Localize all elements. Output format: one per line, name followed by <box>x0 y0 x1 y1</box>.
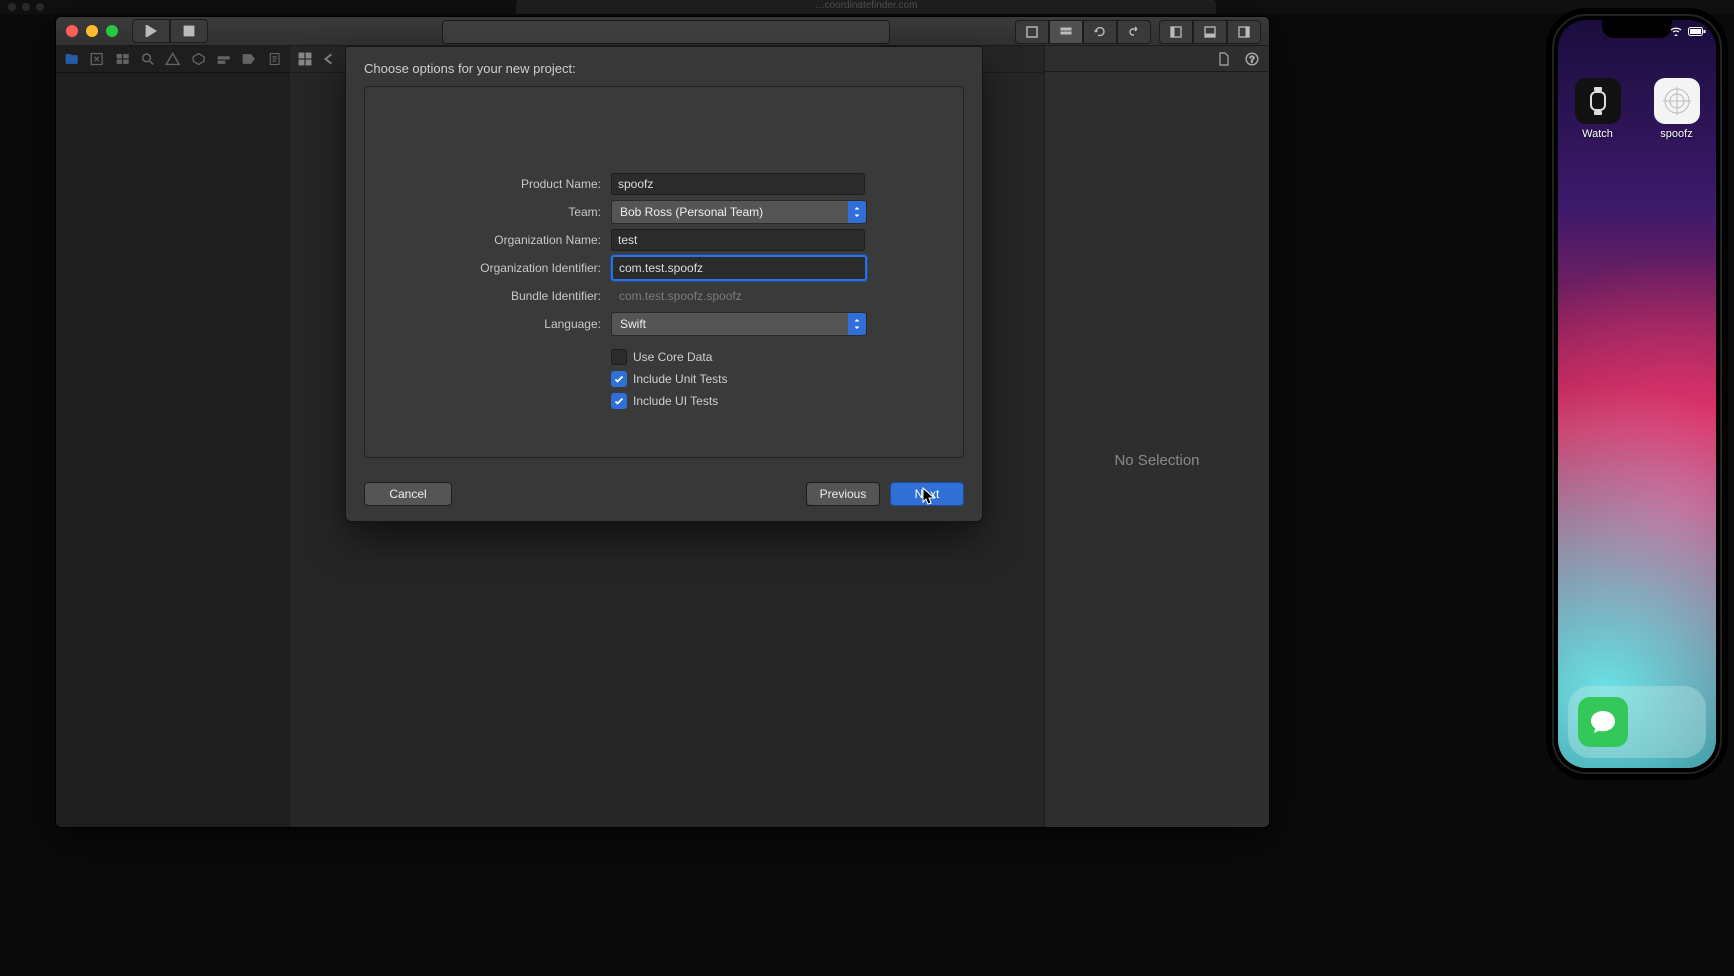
language-select[interactable]: Swift <box>611 312 867 336</box>
watch-app-icon[interactable]: Watch <box>1572 78 1624 140</box>
unit-tests-checkbox[interactable] <box>611 371 627 387</box>
previous-button[interactable]: Previous <box>806 482 880 506</box>
inspector-panel: ? No Selection <box>1044 46 1269 827</box>
org-name-label: Organization Name: <box>365 233 611 247</box>
org-id-label: Organization Identifier: <box>365 261 611 275</box>
core-data-label: Use Core Data <box>633 350 712 364</box>
inspector-no-selection-label: No Selection <box>1114 452 1199 469</box>
cancel-button[interactable]: Cancel <box>364 482 452 506</box>
product-name-label: Product Name: <box>365 177 611 191</box>
scheme-status-bar[interactable] <box>442 20 890 44</box>
spoofz-app-label: spoofz <box>1660 128 1692 140</box>
team-select-value: Bob Ross (Personal Team) <box>620 205 763 219</box>
battery-icon <box>1688 27 1706 39</box>
core-data-checkbox[interactable] <box>611 349 627 365</box>
sheet-body: Product Name: Team: Bob Ross (Personal T… <box>364 86 964 458</box>
unit-tests-label: Include Unit Tests <box>633 372 728 386</box>
navigator-panel <box>56 46 291 827</box>
chevron-updown-icon <box>848 201 866 223</box>
messages-app-icon[interactable] <box>1578 697 1628 747</box>
minimize-window-button[interactable] <box>86 25 98 37</box>
bundle-id-label: Bundle Identifier: <box>365 289 611 303</box>
run-button[interactable] <box>132 19 170 43</box>
org-name-input[interactable] <box>611 229 865 251</box>
back-icon[interactable] <box>322 52 336 66</box>
browser-url-ghost: …coordinatefinder.com <box>815 0 918 11</box>
breakpoint-navigator-tab-icon[interactable] <box>241 51 256 67</box>
bundle-id-value: com.test.spoofz.spoofz <box>611 289 865 303</box>
navigator-tab-bar <box>56 46 290 73</box>
test-navigator-tab-icon[interactable] <box>191 51 206 67</box>
project-navigator-tab-icon[interactable] <box>64 51 79 67</box>
issue-navigator-tab-icon[interactable] <box>165 51 180 67</box>
background-browser-chrome: …coordinatefinder.com <box>0 0 1734 14</box>
mouse-cursor-icon <box>922 487 936 507</box>
debug-navigator-tab-icon[interactable] <box>216 51 231 67</box>
xcode-window: ? No Selection Choose options for your n… <box>55 16 1270 828</box>
language-select-value: Swift <box>620 317 646 331</box>
stop-button[interactable] <box>170 19 208 43</box>
report-navigator-tab-icon[interactable] <box>267 51 282 67</box>
org-id-input[interactable] <box>611 255 867 281</box>
toggle-inspector-button[interactable] <box>1227 20 1261 44</box>
related-items-icon[interactable] <box>298 52 312 66</box>
editor-undo-button[interactable] <box>1117 20 1151 44</box>
simulator-screen[interactable]: Watch spoofz <box>1558 20 1716 768</box>
svg-text:?: ? <box>1249 54 1254 64</box>
wifi-icon <box>1670 26 1682 39</box>
editor-mode-version-button[interactable] <box>1083 20 1117 44</box>
team-select[interactable]: Bob Ross (Personal Team) <box>611 200 867 224</box>
find-navigator-tab-icon[interactable] <box>140 51 155 67</box>
chevron-updown-icon <box>848 313 866 335</box>
quick-help-inspector-tab-icon[interactable]: ? <box>1245 52 1259 66</box>
toggle-debug-area-button[interactable] <box>1193 20 1227 44</box>
sheet-title: Choose options for your new project: <box>346 47 982 86</box>
ui-tests-checkbox[interactable] <box>611 393 627 409</box>
ios-simulator-window: Watch spoofz <box>1552 14 1722 774</box>
source-control-navigator-tab-icon[interactable] <box>89 51 104 67</box>
editor-mode-assistant-button[interactable] <box>1049 20 1083 44</box>
team-label: Team: <box>365 205 611 219</box>
window-traffic-lights[interactable] <box>66 25 118 37</box>
toggle-navigator-button[interactable] <box>1159 20 1193 44</box>
zoom-window-button[interactable] <box>106 25 118 37</box>
symbol-navigator-tab-icon[interactable] <box>115 51 130 67</box>
new-project-options-sheet: Choose options for your new project: Pro… <box>345 46 983 522</box>
spoofz-app-icon[interactable]: spoofz <box>1651 78 1703 140</box>
ui-tests-label: Include UI Tests <box>633 394 718 408</box>
simulator-notch <box>1602 20 1672 38</box>
close-window-button[interactable] <box>66 25 78 37</box>
editor-mode-standard-button[interactable] <box>1015 20 1049 44</box>
language-label: Language: <box>365 317 611 331</box>
simulator-dock <box>1568 686 1706 758</box>
watch-app-label: Watch <box>1582 128 1613 140</box>
product-name-input[interactable] <box>611 173 865 195</box>
xcode-titlebar <box>56 17 1269 46</box>
simulator-status-bar <box>1670 26 1706 39</box>
file-inspector-tab-icon[interactable] <box>1217 52 1231 66</box>
